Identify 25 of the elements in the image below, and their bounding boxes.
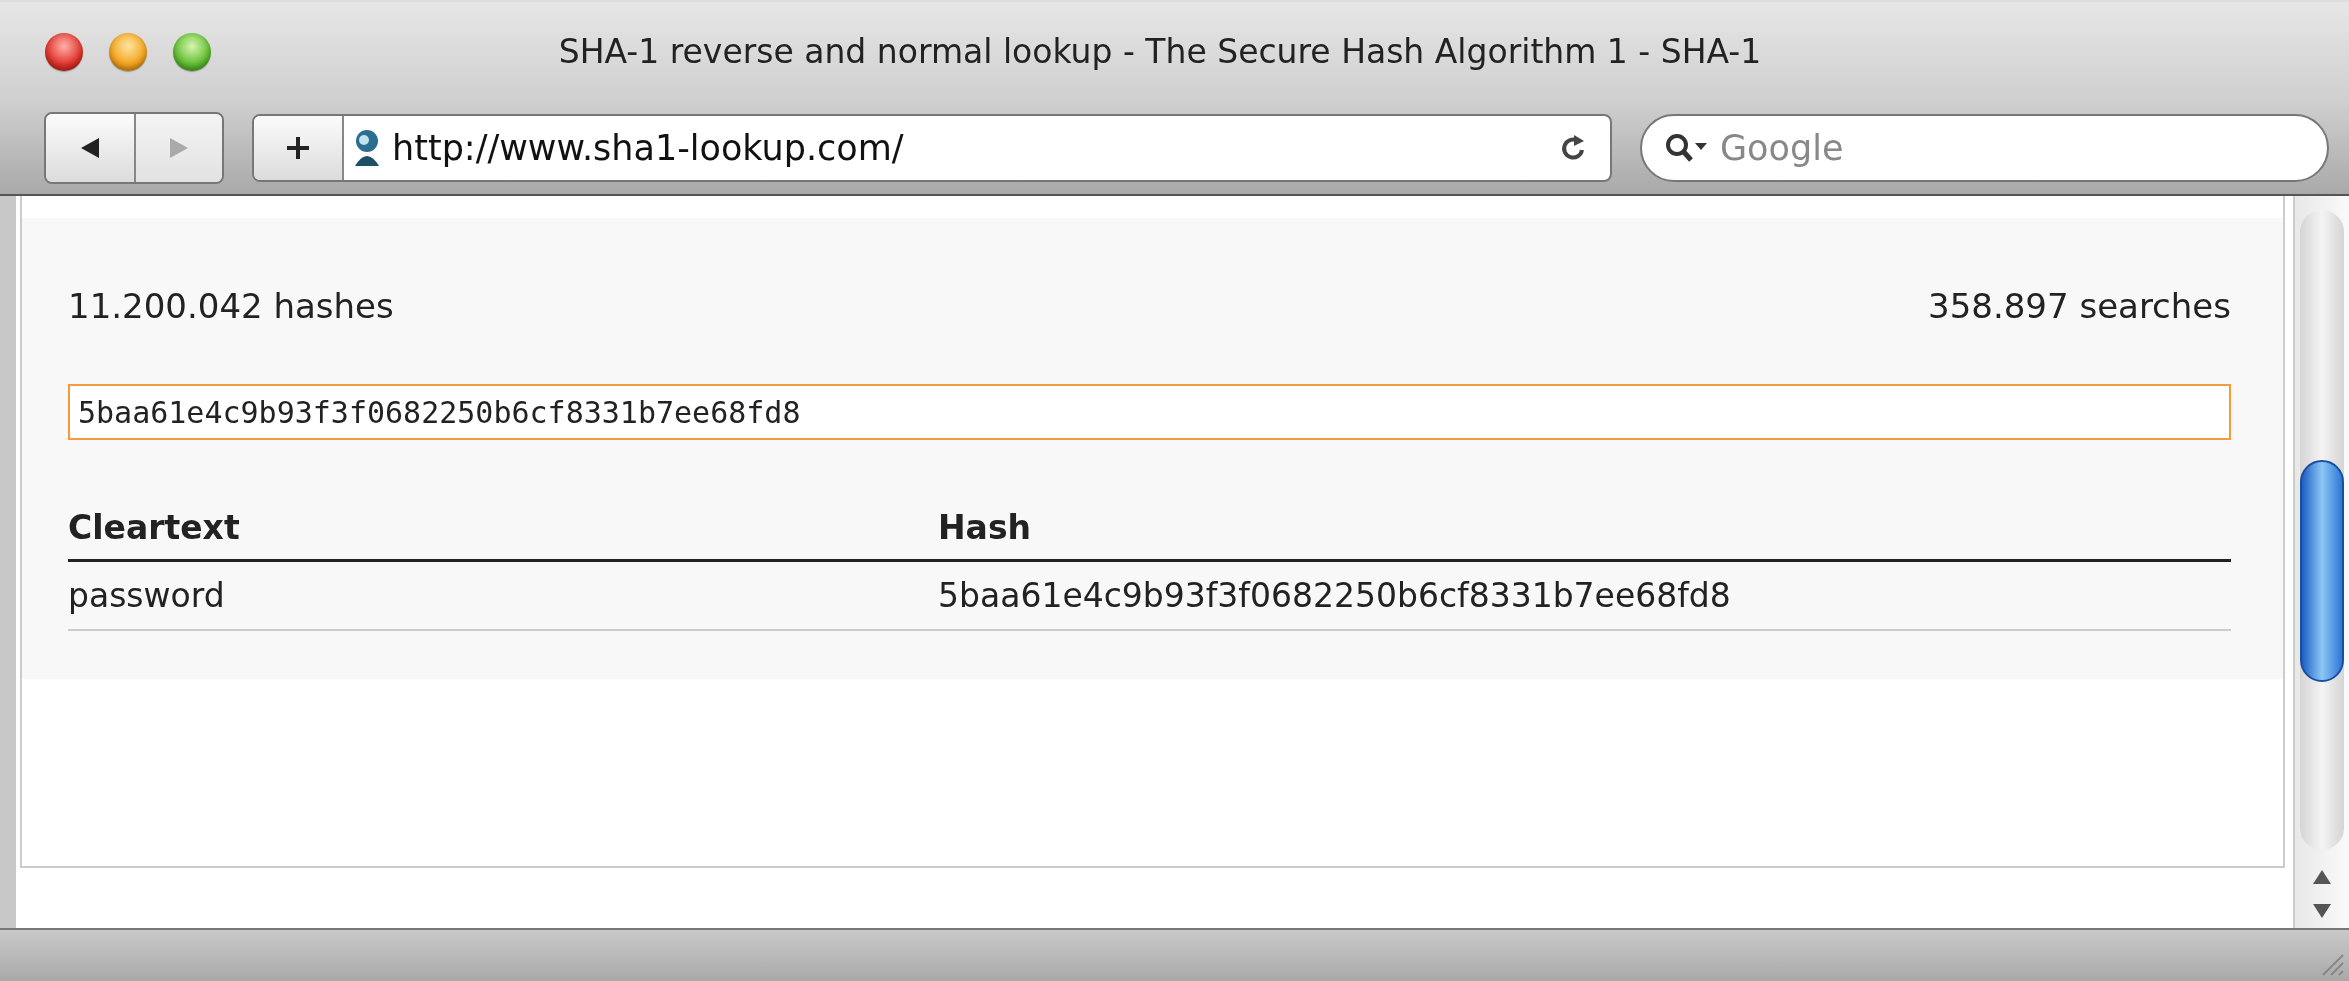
scroll-thumb[interactable] [2300,460,2344,683]
left-arrow-icon [79,135,101,160]
back-button[interactable] [46,113,134,182]
search-field[interactable]: Google [1718,126,2303,169]
minimize-button[interactable] [109,32,147,71]
table-cell: 5baa61e4c9b93f3f0682250b6cf8331b7ee68fd8 [938,560,2231,631]
hash-count: 11.200.042 hashes [68,286,394,327]
vertical-scrollbar[interactable] [2293,196,2349,929]
window-title: SHA-1 reverse and normal lookup - The Secure Hash Algorithm 1 - SHA-1 [557,32,1763,72]
scroll-up-icon[interactable] [2311,868,2333,887]
site-icon [352,127,382,168]
column-header: Cleartext [68,496,938,561]
add-bookmark-button[interactable] [254,115,344,180]
hash-input-field[interactable]: 5baa61e4c9b93f3f0682250b6cf8331b7ee68fd8 [68,384,2231,441]
search-bar[interactable]: Google [1640,113,2329,182]
table-cell: password [68,560,938,631]
column-header: Hash [938,496,2231,561]
address-bar[interactable]: http://www.sha1-lookup.com/ [252,113,1612,182]
url-text: http://www.sha1-lookup.com/ [392,127,905,168]
search-icon [1664,131,1710,164]
right-arrow-icon [168,135,190,160]
close-button[interactable] [45,32,83,71]
search-count: 358.897 searches [1928,286,2231,327]
plus-icon [285,134,311,161]
zoom-button[interactable] [173,32,211,71]
